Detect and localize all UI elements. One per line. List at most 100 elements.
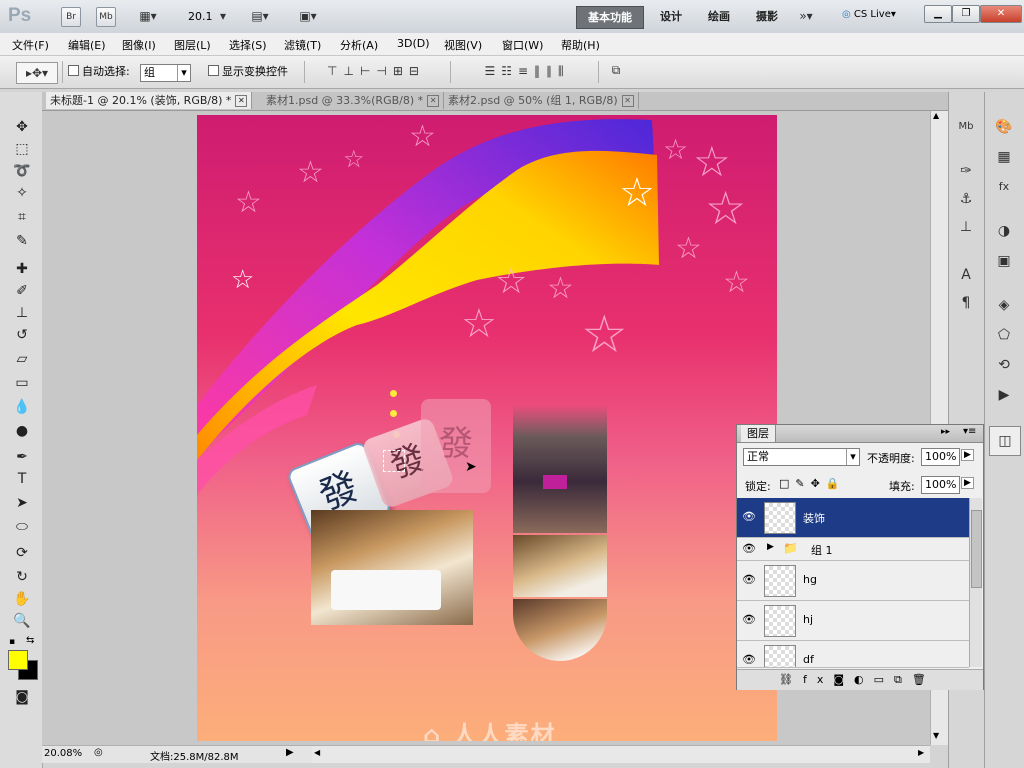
menu-view[interactable]: 视图(V) xyxy=(444,37,482,53)
brush-tool-icon[interactable]: ✐ xyxy=(10,280,34,302)
lock-icons[interactable]: □✎✥🔒 xyxy=(779,477,846,490)
visibility-eye-icon[interactable]: 👁 xyxy=(741,613,757,626)
align-buttons-icon[interactable]: ⊤⊥⊢⊣⊞⊟ xyxy=(316,64,436,78)
shape-tool-icon[interactable]: ⬭ xyxy=(10,516,34,538)
layer-group-row[interactable]: 👁 ▶ 📁 组 1 xyxy=(737,538,969,561)
workspace-design[interactable]: 设计 xyxy=(650,6,692,27)
workspace-essentials[interactable]: 基本功能 xyxy=(576,6,644,29)
distribute-buttons-icon[interactable]: ☰☷≡‖∥⫼ xyxy=(462,64,592,79)
zoom-readout[interactable]: 20.08% xyxy=(44,748,82,759)
3d-rotate-tool-icon[interactable]: ⟳ xyxy=(10,542,34,564)
layers-panel-icon[interactable]: ◫ xyxy=(989,426,1021,456)
lasso-tool-icon[interactable]: ➰ xyxy=(10,160,34,182)
close-window-button[interactable]: ✕ xyxy=(980,5,1022,23)
more-workspaces-icon[interactable]: »▾ xyxy=(792,9,820,23)
marquee-tool-icon[interactable]: ⬚ xyxy=(10,138,34,160)
arrange-documents-icon[interactable]: ▤▾ xyxy=(244,9,276,23)
layer-row[interactable]: 👁 df xyxy=(737,641,969,668)
brush-presets-icon[interactable]: ✑ xyxy=(954,160,978,182)
show-transform-checkbox[interactable] xyxy=(208,65,219,76)
healing-brush-tool-icon[interactable]: ✚ xyxy=(10,258,34,280)
menu-analysis[interactable]: 分析(A) xyxy=(340,37,378,53)
adjustments-panel-icon[interactable]: ◑ xyxy=(992,220,1016,242)
hand-tool-icon[interactable]: ✋ xyxy=(10,588,34,610)
maximize-button[interactable]: ❐ xyxy=(952,5,980,23)
mini-bridge-button[interactable]: Mb xyxy=(96,7,116,27)
type-tool-icon[interactable]: T xyxy=(10,468,34,490)
visibility-eye-icon[interactable]: 👁 xyxy=(741,542,757,555)
expand-group-icon[interactable]: ▶ xyxy=(767,542,774,552)
menu-help[interactable]: 帮助(H) xyxy=(561,37,600,53)
opacity-input[interactable]: 100% xyxy=(921,448,960,466)
scroll-left-icon[interactable]: ◀ xyxy=(314,748,320,757)
scroll-right-icon[interactable]: ▶ xyxy=(918,748,924,757)
quick-select-tool-icon[interactable]: ✧ xyxy=(10,182,34,204)
visibility-eye-icon[interactable]: 👁 xyxy=(741,653,757,666)
blur-tool-icon[interactable]: 💧 xyxy=(10,396,34,418)
fill-slider-arrow-icon[interactable]: ▶ xyxy=(961,477,974,489)
auto-select-dropdown[interactable]: 组 ▾ xyxy=(140,64,191,82)
dodge-tool-icon[interactable]: ● xyxy=(10,420,34,442)
menu-window[interactable]: 窗口(W) xyxy=(502,37,543,53)
clone-source-icon[interactable]: ⚓ xyxy=(954,188,978,210)
fill-input[interactable]: 100% xyxy=(921,476,960,494)
gradient-tool-icon[interactable]: ▭ xyxy=(10,372,34,394)
paragraph-panel-icon[interactable]: ¶ xyxy=(954,292,978,314)
minimize-button[interactable]: ▁ xyxy=(924,5,952,23)
quick-mask-icon[interactable]: ◙ xyxy=(10,686,34,708)
color-panel-icon[interactable]: 🎨 xyxy=(992,116,1016,138)
paths-panel-icon[interactable]: ⬠ xyxy=(992,324,1016,346)
menu-file[interactable]: 文件(F) xyxy=(12,37,49,53)
tab-material-1[interactable]: 素材1.psd @ 33.3%(RGB/8) * ✕ xyxy=(262,92,445,109)
panel-menu-icon[interactable]: ▾≡ xyxy=(963,426,976,437)
pen-tool-icon[interactable]: ✒ xyxy=(10,446,34,468)
move-tool-icon[interactable]: ✥ xyxy=(10,116,34,138)
tab-untitled-1[interactable]: 未标题-1 @ 20.1% (装饰, RGB/8) * ✕ xyxy=(46,92,253,109)
mini-bridge-panel-icon[interactable]: Mb xyxy=(954,116,978,138)
cs-live-button[interactable]: ◎ CS Live▾ xyxy=(842,9,896,20)
3d-orbit-tool-icon[interactable]: ↻ xyxy=(10,566,34,588)
blend-mode-dropdown[interactable]: 正常 ▾ xyxy=(743,448,860,466)
workspace-painting[interactable]: 绘画 xyxy=(698,6,740,27)
menu-select[interactable]: 选择(S) xyxy=(229,37,267,53)
zoom-tool-icon[interactable]: 🔍 xyxy=(10,610,34,632)
layers-scrollbar[interactable] xyxy=(969,498,982,667)
styles-panel-icon[interactable]: fx xyxy=(992,176,1016,198)
menu-image[interactable]: 图像(I) xyxy=(122,37,156,53)
bridge-button[interactable]: Br xyxy=(61,7,81,27)
history-panel-icon[interactable]: ⟲ xyxy=(992,354,1016,376)
3d-panel-icon[interactable]: ◈ xyxy=(992,294,1016,316)
foreground-color-swatch[interactable] xyxy=(8,650,28,670)
tool-presets-icon[interactable]: ⊥ xyxy=(954,216,978,238)
collapse-panel-icon[interactable]: ▸▸ xyxy=(941,427,950,437)
layers-scroll-thumb[interactable] xyxy=(971,510,982,588)
move-tool-preset-icon[interactable]: ▸✥▾ xyxy=(16,62,58,84)
layers-tab[interactable]: 图层 xyxy=(741,425,776,442)
document-canvas[interactable]: ☆ ☆ ☆ ☆ ☆ ☆ ☆ ☆ ☆ ☆ ☆ ☆ ☆ ☆ ☆ 發 發 發 ➤ ⌂ … xyxy=(197,115,777,741)
actions-panel-icon[interactable]: ▶ xyxy=(992,384,1016,406)
menu-filter[interactable]: 滤镜(T) xyxy=(284,37,321,53)
opacity-slider-arrow-icon[interactable]: ▶ xyxy=(961,449,974,461)
swatches-panel-icon[interactable]: ▦ xyxy=(992,146,1016,168)
status-info-icon[interactable]: ◎ xyxy=(94,747,103,758)
path-select-tool-icon[interactable]: ➤ xyxy=(10,492,34,514)
auto-align-icon[interactable]: ⧉ xyxy=(608,63,624,78)
visibility-eye-icon[interactable]: 👁 xyxy=(741,510,757,523)
layer-row[interactable]: 👁 hj xyxy=(737,601,969,641)
close-tab-icon[interactable]: ✕ xyxy=(427,95,440,107)
zoom-level[interactable]: 20.1 xyxy=(188,10,213,23)
scroll-up-icon[interactable]: ▲ xyxy=(933,111,939,120)
default-colors-icon[interactable]: ▪ xyxy=(9,637,15,647)
menu-3d[interactable]: 3D(D) xyxy=(397,37,430,50)
menu-edit[interactable]: 编辑(E) xyxy=(68,37,106,53)
masks-panel-icon[interactable]: ▣ xyxy=(992,250,1016,272)
history-brush-tool-icon[interactable]: ↺ xyxy=(10,324,34,346)
character-panel-icon[interactable]: A xyxy=(954,264,978,286)
tab-material-2[interactable]: 素材2.psd @ 50% (组 1, RGB/8) ✕ xyxy=(444,92,639,109)
close-tab-icon[interactable]: ✕ xyxy=(621,95,634,107)
auto-select-checkbox[interactable] xyxy=(68,65,79,76)
status-menu-arrow-icon[interactable]: ▶ xyxy=(286,747,294,758)
layer-row[interactable]: 👁 装饰 xyxy=(737,498,969,538)
crop-tool-icon[interactable]: ⌗ xyxy=(10,206,34,228)
screen-mode-icon[interactable]: ▣▾ xyxy=(292,9,324,23)
